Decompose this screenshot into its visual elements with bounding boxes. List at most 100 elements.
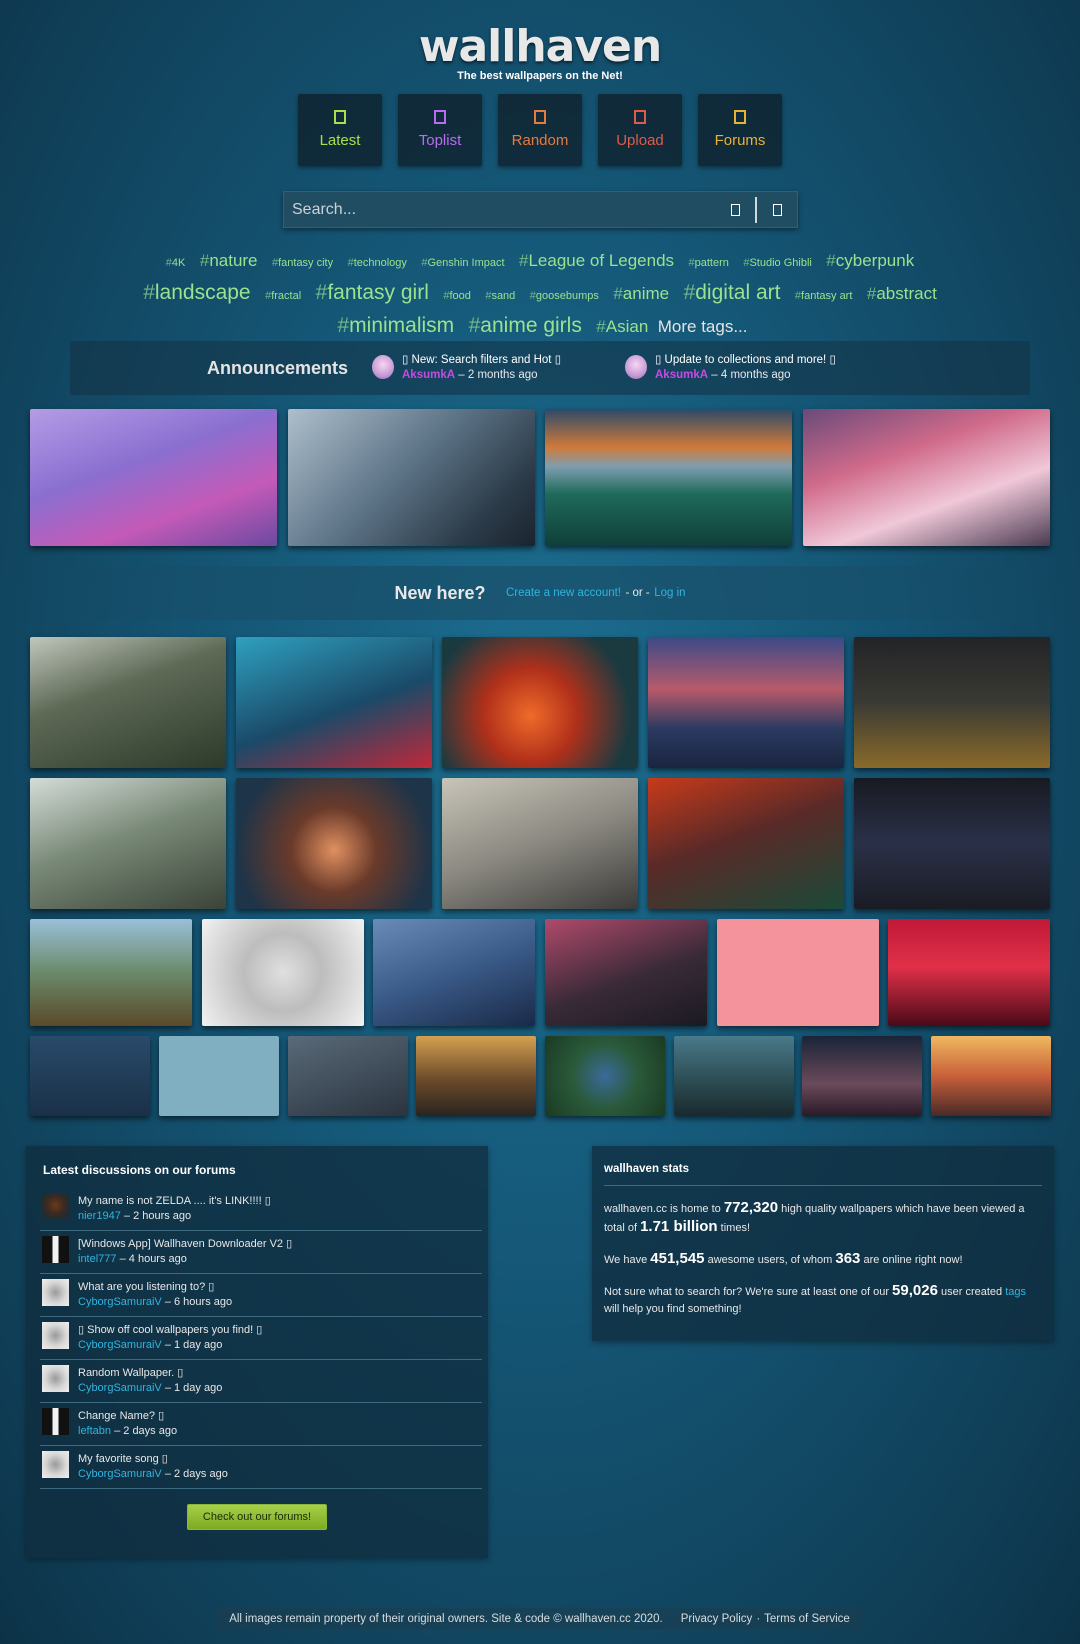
- thread-author[interactable]: CyborgSamuraiV: [78, 1339, 162, 1351]
- thread-time: – 2 days ago: [164, 1468, 228, 1480]
- wallpaper-thumbnail[interactable]: [30, 919, 192, 1026]
- featured-wallpaper[interactable]: [30, 409, 277, 546]
- online-count: 363: [835, 1250, 861, 1267]
- thread-author[interactable]: nier1947: [78, 1210, 121, 1222]
- tag-link[interactable]: #minimalism: [337, 314, 454, 337]
- thread-author[interactable]: leftabn: [78, 1425, 111, 1437]
- nav-toplist[interactable]: Toplist: [398, 94, 482, 166]
- wallpaper-thumbnail[interactable]: [416, 1036, 536, 1116]
- tag-link[interactable]: #Asian: [596, 317, 648, 336]
- thread-author[interactable]: intel777: [78, 1253, 117, 1265]
- hash-icon: #: [165, 257, 172, 269]
- featured-wallpaper[interactable]: [545, 409, 792, 546]
- tag-link[interactable]: #Genshin Impact: [421, 257, 504, 269]
- wallpaper-thumbnail[interactable]: [854, 778, 1050, 909]
- avatar[interactable]: [42, 1322, 69, 1349]
- tag-link[interactable]: #Studio Ghibli: [743, 257, 812, 269]
- thread-author[interactable]: CyborgSamuraiV: [78, 1382, 162, 1394]
- wallpaper-thumbnail[interactable]: [236, 637, 432, 768]
- wallpaper-thumbnail[interactable]: [931, 1036, 1051, 1116]
- create-account-link[interactable]: Create a new account!: [506, 587, 621, 599]
- wallpaper-thumbnail[interactable]: [854, 637, 1050, 768]
- tag-link[interactable]: #fantasy city: [272, 257, 333, 269]
- wallpaper-thumbnail[interactable]: [674, 1036, 794, 1116]
- wallpaper-thumbnail[interactable]: [888, 919, 1050, 1026]
- wallpaper-thumbnail[interactable]: [236, 778, 432, 909]
- avatar[interactable]: [42, 1193, 69, 1220]
- search-options-button[interactable]: [757, 192, 797, 227]
- hash-icon: #: [265, 290, 272, 302]
- wallpaper-thumbnail[interactable]: [30, 778, 226, 909]
- featured-wallpaper[interactable]: [803, 409, 1050, 546]
- thread-title[interactable]: ▯ Show off cool wallpapers you find! ▯: [78, 1323, 262, 1336]
- tag-link[interactable]: #technology: [348, 257, 407, 269]
- wallpaper-thumbnail[interactable]: [545, 1036, 665, 1116]
- wallpaper-thumbnail[interactable]: [288, 1036, 408, 1116]
- search-button[interactable]: [715, 192, 755, 227]
- wallpaper-thumbnail[interactable]: [717, 919, 879, 1026]
- thread-title[interactable]: [Windows App] Wallhaven Downloader V2 ▯: [78, 1237, 292, 1250]
- thread-title[interactable]: My name is not ZELDA .... it's LINK!!!! …: [78, 1194, 271, 1207]
- avatar[interactable]: [42, 1451, 69, 1478]
- avatar[interactable]: [42, 1365, 69, 1392]
- site-logo[interactable]: wallhaven: [0, 22, 1080, 72]
- hash-icon: #: [613, 284, 623, 303]
- nav-forums[interactable]: Forums: [698, 94, 782, 166]
- avatar[interactable]: [625, 355, 647, 379]
- announcement-author[interactable]: AksumkA: [402, 369, 455, 381]
- tag-link[interactable]: #4K: [166, 257, 186, 269]
- wallpaper-thumbnail[interactable]: [30, 637, 226, 768]
- announcement-author[interactable]: AksumkA: [655, 369, 708, 381]
- wallpaper-thumbnail[interactable]: [159, 1036, 279, 1116]
- avatar[interactable]: [372, 355, 394, 379]
- thread-title[interactable]: What are you listening to? ▯: [78, 1280, 214, 1293]
- featured-wallpaper[interactable]: [288, 409, 535, 546]
- avatar[interactable]: [42, 1279, 69, 1306]
- wallpaper-thumbnail[interactable]: [648, 778, 844, 909]
- wallpaper-thumbnail[interactable]: [373, 919, 535, 1026]
- wallpaper-thumbnail[interactable]: [545, 919, 707, 1026]
- wallpaper-thumbnail[interactable]: [202, 919, 364, 1026]
- wallpaper-thumbnail[interactable]: [648, 637, 844, 768]
- thread-author[interactable]: CyborgSamuraiV: [78, 1296, 162, 1308]
- thread-title[interactable]: My favorite song ▯: [78, 1452, 168, 1465]
- wallpaper-thumbnail[interactable]: [802, 1036, 922, 1116]
- avatar[interactable]: [42, 1236, 69, 1263]
- tag-link[interactable]: #cyberpunk: [826, 251, 914, 270]
- tag-link[interactable]: #League of Legends: [519, 251, 674, 270]
- thread-title[interactable]: Random Wallpaper. ▯: [78, 1366, 183, 1379]
- login-link[interactable]: Log in: [654, 587, 685, 599]
- terms-of-service-link[interactable]: Terms of Service: [764, 1613, 850, 1625]
- search-input[interactable]: [284, 192, 715, 227]
- thread-meta: CyborgSamuraiV – 6 hours ago: [78, 1296, 232, 1308]
- tag-link[interactable]: #digital art: [684, 281, 781, 304]
- tag-link[interactable]: #pattern: [689, 257, 729, 269]
- tags-link[interactable]: tags: [1005, 1286, 1026, 1298]
- tag-link[interactable]: #nature: [200, 251, 258, 270]
- stats-tags: Not sure what to search for? We're sure …: [604, 1282, 1042, 1318]
- tag-link[interactable]: #abstract: [867, 284, 937, 303]
- wallpaper-thumbnail[interactable]: [442, 637, 638, 768]
- tag-link[interactable]: #food: [443, 290, 471, 302]
- thread-title[interactable]: Change Name? ▯: [78, 1409, 164, 1422]
- tag-link[interactable]: #goosebumps: [530, 290, 599, 302]
- tag-link[interactable]: #sand: [485, 290, 515, 302]
- tag-link[interactable]: #anime girls: [469, 314, 582, 337]
- tag-link[interactable]: #anime: [613, 284, 669, 303]
- privacy-policy-link[interactable]: Privacy Policy: [681, 1613, 753, 1625]
- thread-author[interactable]: CyborgSamuraiV: [78, 1468, 162, 1480]
- wallpaper-thumbnail[interactable]: [30, 1036, 150, 1116]
- nav-upload[interactable]: Upload: [598, 94, 682, 166]
- nav-random[interactable]: Random: [498, 94, 582, 166]
- announcement-title[interactable]: ▯ New: Search filters and Hot ▯: [402, 353, 561, 368]
- tag-link[interactable]: #fantasy art: [795, 290, 852, 302]
- forums-button[interactable]: Check out our forums!: [187, 1504, 327, 1530]
- tag-link[interactable]: #fantasy girl: [316, 281, 429, 304]
- more-tags-link[interactable]: More tags...: [658, 317, 748, 336]
- wallpaper-thumbnail[interactable]: [442, 778, 638, 909]
- tag-link[interactable]: #landscape: [143, 281, 250, 304]
- tag-link[interactable]: #fractal: [265, 290, 301, 302]
- avatar[interactable]: [42, 1408, 69, 1435]
- announcement-title[interactable]: ▯ Update to collections and more! ▯: [655, 353, 836, 368]
- nav-latest[interactable]: Latest: [298, 94, 382, 166]
